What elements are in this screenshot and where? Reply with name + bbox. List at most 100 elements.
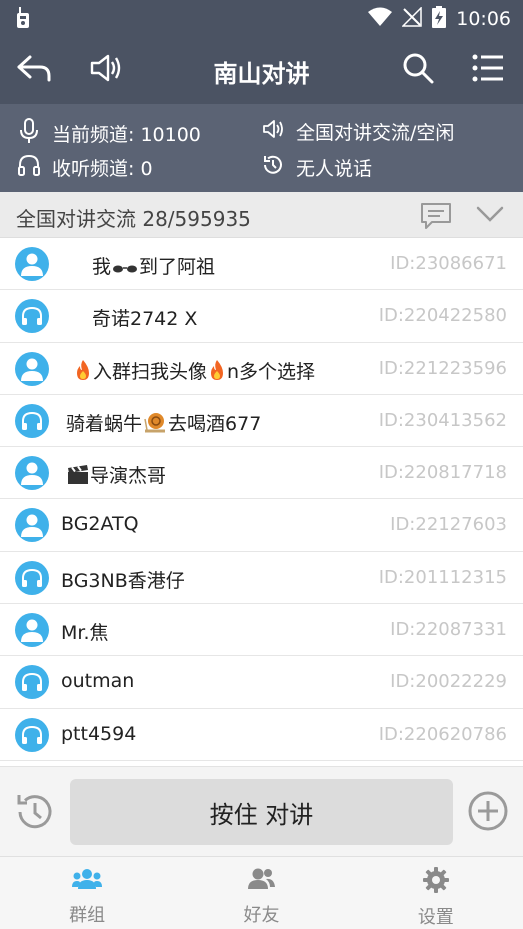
member-name: 入群扫我头像 n多个选择 bbox=[73, 357, 315, 386]
member-row[interactable]: Mr.焦 ID:22087331 bbox=[0, 604, 523, 657]
member-name: BG3NB香港仔 bbox=[61, 566, 185, 593]
tab-friends[interactable]: 好友 bbox=[174, 857, 348, 929]
app-toolbar: 南山对讲 bbox=[0, 36, 523, 104]
member-row[interactable]: 骑着蜗牛 去喝酒677 ID:230413562 bbox=[0, 394, 523, 448]
member-list: 我 到了阿祖 ID:23086671 奇诺2742 X ID:220422580 入群扫我… bbox=[0, 238, 523, 761]
member-row[interactable]: BG2ATQ ID:22127603 bbox=[0, 499, 523, 552]
headphones-icon bbox=[18, 154, 40, 181]
current-channel: 当前频道: 10100 bbox=[18, 118, 201, 149]
friends-icon bbox=[246, 867, 276, 895]
member-row[interactable]: 奇诺2742 X ID:220422580 bbox=[0, 290, 523, 343]
headphones-avatar-icon bbox=[15, 299, 49, 334]
push-to-talk-button[interactable]: 按住 对讲 bbox=[70, 779, 453, 845]
member-name-text: 入群扫我头像 bbox=[93, 360, 208, 383]
settings-icon bbox=[422, 867, 449, 897]
search-icon bbox=[402, 52, 434, 88]
bottom-tab-bar: 群组 好友 设置 bbox=[0, 856, 523, 929]
member-name-text: BG3NB香港仔 bbox=[61, 569, 185, 592]
ptt-bar: 按住 对讲 bbox=[0, 766, 523, 856]
status-time: 10:06 bbox=[456, 8, 511, 30]
group-title: 全国对讲交流 28/595935 bbox=[16, 207, 251, 231]
group-status-text: 全国对讲交流/空闲 bbox=[296, 122, 455, 144]
member-id: ID:221223596 bbox=[378, 357, 507, 379]
member-name-text: 到了阿祖 bbox=[139, 256, 216, 278]
channel-info-panel: 当前频道: 10100 收听频道: 0 全国对讲交流/空闲 无人说话 bbox=[0, 104, 523, 192]
message-icon[interactable] bbox=[420, 202, 452, 234]
member-id: ID:220620786 bbox=[378, 723, 507, 745]
current-channel-text: 当前频道: 10100 bbox=[52, 124, 201, 146]
glasses-icon bbox=[112, 259, 138, 281]
fire-icon bbox=[208, 359, 226, 386]
member-row[interactable]: 导演杰哥 ID:220817718 bbox=[0, 447, 523, 500]
status-bar: 10:06 bbox=[0, 0, 523, 36]
member-name: Mr.焦 bbox=[61, 618, 109, 645]
listen-channel-text: 收听频道: 0 bbox=[52, 158, 153, 180]
member-name: BG2ATQ bbox=[61, 513, 139, 535]
user-avatar-icon bbox=[15, 508, 49, 543]
list-menu-icon bbox=[472, 54, 504, 86]
member-name-text: 去喝酒677 bbox=[168, 412, 262, 435]
member-row[interactable]: outman ID:20022229 bbox=[0, 656, 523, 709]
app-title: 南山对讲 bbox=[213, 60, 310, 88]
wifi-icon bbox=[368, 7, 393, 31]
member-row[interactable]: ptt4594 ID:220620786 bbox=[0, 708, 523, 761]
chevron-down-icon[interactable] bbox=[476, 204, 504, 228]
member-id: ID:201112315 bbox=[378, 566, 507, 588]
group-status: 全国对讲交流/空闲 bbox=[262, 118, 454, 145]
listen-channel: 收听频道: 0 bbox=[18, 154, 153, 181]
user-avatar-icon bbox=[15, 613, 49, 648]
tab-label: 设置 bbox=[417, 907, 454, 928]
member-name: 骑着蜗牛 去喝酒677 bbox=[66, 409, 261, 438]
add-button[interactable] bbox=[468, 791, 508, 835]
user-avatar-icon bbox=[15, 456, 49, 491]
user-avatar-icon bbox=[15, 247, 49, 281]
headphones-avatar-icon bbox=[15, 403, 49, 438]
member-name-text: 骑着蜗牛 bbox=[66, 412, 143, 435]
microphone-icon bbox=[18, 118, 40, 149]
member-name: 我 到了阿祖 bbox=[92, 252, 215, 281]
member-id: ID:22127603 bbox=[390, 514, 507, 536]
user-avatar-icon bbox=[15, 351, 49, 386]
history-clock-icon bbox=[262, 154, 284, 181]
volume-icon bbox=[262, 119, 284, 144]
member-name-text: outman bbox=[61, 670, 135, 693]
member-name-text: ptt4594 bbox=[61, 722, 137, 745]
no-signal-icon bbox=[401, 6, 422, 31]
member-id: ID:230413562 bbox=[378, 409, 507, 431]
member-name: outman bbox=[61, 670, 134, 692]
member-name-text: 导演杰哥 bbox=[90, 465, 167, 488]
tab-groups[interactable]: 群组 bbox=[0, 857, 174, 929]
member-name-text: Mr.焦 bbox=[61, 622, 109, 645]
member-row[interactable]: 我 到了阿祖 ID:23086671 bbox=[0, 238, 523, 291]
walkie-talkie-icon bbox=[14, 7, 32, 33]
member-row[interactable]: 入群扫我头像 n多个选择 ID:221223596 bbox=[0, 342, 523, 395]
speaker-status: 无人说话 bbox=[262, 154, 372, 181]
headphones-avatar-icon bbox=[15, 665, 49, 700]
member-row[interactable]: BG3NB香港仔 ID:201112315 bbox=[0, 551, 523, 605]
history-button[interactable] bbox=[14, 791, 56, 837]
clapper-icon bbox=[67, 465, 89, 490]
tab-settings[interactable]: 设置 bbox=[349, 857, 523, 929]
menu-button[interactable] bbox=[468, 50, 508, 90]
member-id: ID:22087331 bbox=[390, 619, 507, 641]
member-name: 奇诺2742 X bbox=[92, 304, 197, 331]
member-name-text: 我 bbox=[92, 256, 112, 278]
member-name-text: BG2ATQ bbox=[61, 513, 139, 536]
headphones-avatar-icon bbox=[15, 560, 49, 595]
member-id: ID:220422580 bbox=[378, 305, 507, 327]
member-name-text: 奇诺2742 X bbox=[92, 308, 198, 331]
battery-charging-icon bbox=[432, 6, 447, 32]
tab-label: 群组 bbox=[69, 905, 106, 926]
group-header[interactable]: 全国对讲交流 28/595935 bbox=[0, 192, 523, 238]
member-id: ID:220817718 bbox=[378, 462, 507, 484]
fire-icon bbox=[74, 359, 92, 386]
member-name: ptt4594 bbox=[61, 723, 136, 745]
tab-label: 好友 bbox=[243, 905, 280, 926]
search-button[interactable] bbox=[398, 50, 438, 90]
speaker-status-text: 无人说话 bbox=[296, 158, 373, 180]
member-id: ID:23086671 bbox=[390, 253, 507, 274]
group-icon bbox=[72, 867, 103, 895]
member-name: 导演杰哥 bbox=[66, 461, 166, 490]
headphones-avatar-icon bbox=[15, 717, 49, 752]
member-id: ID:20022229 bbox=[390, 671, 507, 693]
